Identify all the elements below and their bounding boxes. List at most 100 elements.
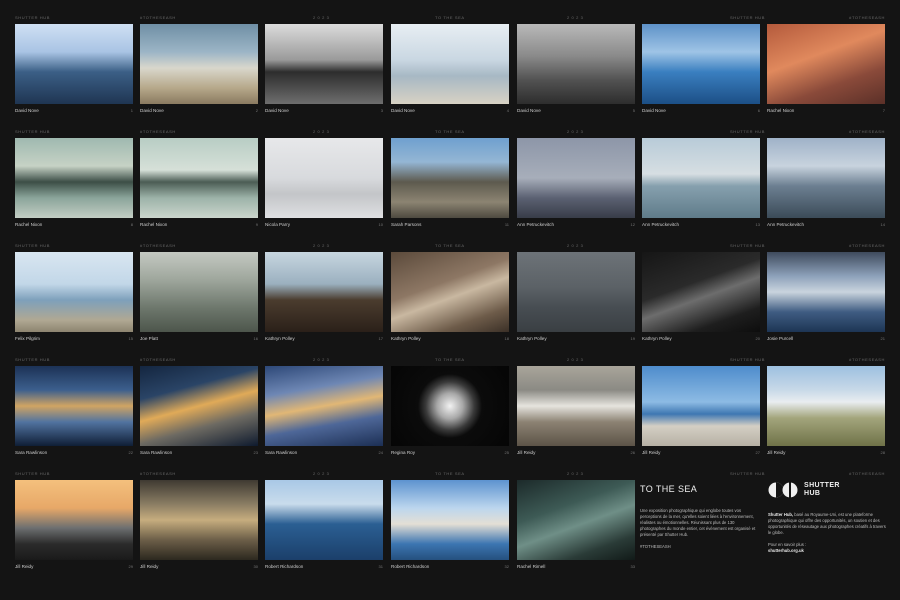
photo-card[interactable]: Felix Pilgrim 15 <box>15 252 133 356</box>
logo-line-2: HUB <box>804 490 821 497</box>
row-header-label: 2 0 2 3 <box>567 357 584 362</box>
photographer-name: Kathryn Polley <box>265 336 295 341</box>
photo-card[interactable]: David Nove 5 <box>517 24 635 128</box>
photo-card[interactable]: Robert Richardson 32 <box>391 480 509 584</box>
exhibition-hashtag: #TOTHESEASH <box>640 544 671 549</box>
row-header-label: SHUTTER HUB <box>730 471 766 476</box>
photo-number: 12 <box>630 222 635 227</box>
photo-card[interactable]: Nicola Parry 10 <box>265 138 383 242</box>
photo-thumbnail[interactable] <box>15 24 133 104</box>
photo-card[interactable]: Jill Reidy 30 <box>140 480 258 584</box>
photo-card[interactable]: David Nove 4 <box>391 24 509 128</box>
photo-card[interactable]: Josie Purcell 21 <box>767 252 885 356</box>
photo-row: SHUTTER HUB #TOTHESEASH 2 0 2 3 TO THE SEA 2… <box>15 356 885 470</box>
photo-thumbnail[interactable] <box>767 366 885 446</box>
photo-thumbnail[interactable] <box>15 138 133 218</box>
photo-thumbnail[interactable] <box>517 480 635 560</box>
exhibition-info: TO THE SEA Une exposition photographique… <box>640 484 758 574</box>
photo-thumbnail[interactable] <box>391 480 509 560</box>
photo-card[interactable]: Robert Richardson 31 <box>265 480 383 584</box>
photographer-name: Ann Petruckevitch <box>517 222 555 227</box>
photo-thumbnail[interactable] <box>642 252 760 332</box>
photo-thumbnail[interactable] <box>265 366 383 446</box>
photo-card[interactable]: Regina Roy 25 <box>391 366 509 470</box>
photo-thumbnail[interactable] <box>265 138 383 218</box>
photo-card[interactable]: Ann Petruckevitch 13 <box>642 138 760 242</box>
photo-card[interactable]: Joe Platt 16 <box>140 252 258 356</box>
photo-thumbnail[interactable] <box>140 480 258 560</box>
photo-thumbnail[interactable] <box>642 138 760 218</box>
photo-card[interactable]: Kathryn Polley 19 <box>517 252 635 356</box>
photo-card[interactable]: Sarah Parsons 11 <box>391 138 509 242</box>
photographer-name: David Nove <box>391 108 415 113</box>
photo-number: 19 <box>630 336 635 341</box>
photo-thumbnail[interactable] <box>391 252 509 332</box>
photo-card[interactable]: Kathryn Polley 17 <box>265 252 383 356</box>
brand-about-bold: Shutter Hub, <box>768 512 794 517</box>
photo-thumbnail[interactable] <box>391 366 509 446</box>
photographer-name: David Nove <box>265 108 289 113</box>
photo-thumbnail[interactable] <box>767 252 885 332</box>
photographer-name: Robert Richardson <box>391 564 430 569</box>
photographer-name: Jill Reidy <box>140 564 159 569</box>
photo-card[interactable]: David Nove 2 <box>140 24 258 128</box>
photo-card[interactable]: David Nove 3 <box>265 24 383 128</box>
photo-card[interactable]: Rachel Nixon 9 <box>140 138 258 242</box>
photo-card[interactable]: Ann Petruckevitch 12 <box>517 138 635 242</box>
photo-thumbnail[interactable] <box>15 366 133 446</box>
photo-thumbnail[interactable] <box>140 138 258 218</box>
photo-thumbnail[interactable] <box>265 24 383 104</box>
photo-card[interactable]: Rachel Nixon 7 <box>767 24 885 128</box>
photographer-name: David Nove <box>517 108 541 113</box>
photo-card[interactable]: Ann Petruckevitch 14 <box>767 138 885 242</box>
photo-card[interactable]: Jill Reidy 29 <box>15 480 133 584</box>
photo-number: 32 <box>504 564 509 569</box>
photo-thumbnail[interactable] <box>391 24 509 104</box>
photo-card[interactable]: Jill Reidy 28 <box>767 366 885 470</box>
row-header: SHUTTER HUB #TOTHESEASH 2 0 2 3 TO THE SEA 2… <box>15 242 885 250</box>
photo-card[interactable]: Sara Rawlinson 22 <box>15 366 133 470</box>
photo-thumbnail[interactable] <box>391 138 509 218</box>
photo-thumbnail[interactable] <box>265 480 383 560</box>
photo-thumbnail[interactable] <box>517 138 635 218</box>
photo-thumbnail[interactable] <box>517 24 635 104</box>
photo-thumbnail[interactable] <box>767 24 885 104</box>
photo-card[interactable]: Jill Reidy 26 <box>517 366 635 470</box>
photo-card[interactable]: Sara Rawlinson 24 <box>265 366 383 470</box>
photo-thumbnail[interactable] <box>642 366 760 446</box>
photo-thumbnail[interactable] <box>15 252 133 332</box>
photographer-name: Nicola Parry <box>265 222 291 227</box>
photo-thumbnail[interactable] <box>15 480 133 560</box>
photo-card[interactable]: Kathryn Polley 20 <box>642 252 760 356</box>
photo-thumbnail[interactable] <box>642 24 760 104</box>
photo-card[interactable]: Rachel Nixon 8 <box>15 138 133 242</box>
photo-number: 31 <box>378 564 383 569</box>
photo-card[interactable]: David Nove 1 <box>15 24 133 128</box>
photo-number: 6 <box>757 108 760 113</box>
row-header: SHUTTER HUB #TOTHESEASH 2 0 2 3 TO THE SEA 2… <box>15 14 885 22</box>
exhibition-description: Une exposition photographique qui englob… <box>640 508 756 537</box>
photo-number: 20 <box>755 336 760 341</box>
photographer-name: Sara Rawlinson <box>265 450 298 455</box>
photo-thumbnail[interactable] <box>265 252 383 332</box>
photo-thumbnail[interactable] <box>767 138 885 218</box>
photo-card[interactable]: David Nove 6 <box>642 24 760 128</box>
photo-thumbnail[interactable] <box>517 366 635 446</box>
photo-card[interactable]: Sara Rawlinson 23 <box>140 366 258 470</box>
photo-number: 29 <box>128 564 133 569</box>
website-link[interactable]: shutterhub.org.uk <box>768 548 804 553</box>
photo-thumbnail[interactable] <box>517 252 635 332</box>
photo-card[interactable]: Rachel Rimell 33 <box>517 480 635 584</box>
photo-thumbnail[interactable] <box>140 252 258 332</box>
row-header-label: 2 0 2 3 <box>313 357 330 362</box>
row-header-label: TO THE SEA <box>435 129 465 134</box>
row-header-label: #TOTHESEASH <box>140 243 176 248</box>
photographer-name: David Nove <box>642 108 666 113</box>
photo-card[interactable]: Jill Reidy 27 <box>642 366 760 470</box>
photo-number: 13 <box>755 222 760 227</box>
row-header-label: 2 0 2 3 <box>313 243 330 248</box>
photographer-name: Regina Roy <box>391 450 416 455</box>
photo-thumbnail[interactable] <box>140 24 258 104</box>
photo-card[interactable]: Kathryn Polley 18 <box>391 252 509 356</box>
photo-thumbnail[interactable] <box>140 366 258 446</box>
